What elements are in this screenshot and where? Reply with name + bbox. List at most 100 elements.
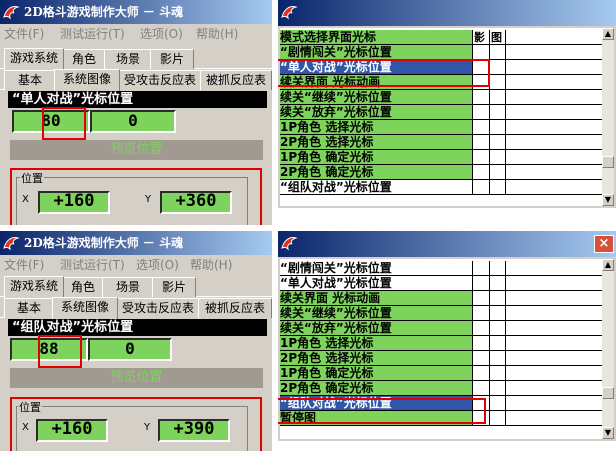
list-row[interactable]: 2P角色 确定光标 xyxy=(280,165,614,180)
tab-row-sub: 基本 系统图像 受攻击反应表 被抓反应表 xyxy=(0,69,272,91)
tab-game-system[interactable]: 游戏系统 xyxy=(4,48,64,70)
highlight-position-group xyxy=(10,168,262,225)
list-row-label: 续关“继续”光标位置 xyxy=(280,90,472,105)
vertical-scrollbar[interactable]: ▲ ▼ xyxy=(602,259,614,439)
scroll-thumb[interactable] xyxy=(602,387,614,399)
list-row-label: “剧情闯关”光标位置 xyxy=(280,261,472,276)
tab-character[interactable]: 角色 xyxy=(62,277,104,297)
tab-grab-reaction[interactable]: 被抓反应表 xyxy=(200,70,272,90)
menu-bar: 文件(F) 测试运行(T) 选项(O) 帮助(H) xyxy=(0,24,272,44)
list-row[interactable]: 1P角色 确定光标 xyxy=(280,150,614,165)
value-field-b[interactable]: 0 xyxy=(90,110,176,133)
menu-file[interactable]: 文件(F) xyxy=(4,24,44,44)
title-bar: 2D格斗游戏制作大师 － 斗魂 xyxy=(0,231,272,255)
highlight-selected-row xyxy=(278,398,486,424)
list-row[interactable]: “剧情闯关”光标位置 xyxy=(280,261,614,276)
list-window-1: 模式选择界面光标 影 图 “剧情闯关”光标位置 “单人对战”光标位置 续关界面 光标… xyxy=(278,0,616,208)
tab-basic[interactable]: 基本 xyxy=(4,70,56,90)
tab-scene[interactable]: 场景 xyxy=(104,49,152,69)
list-row[interactable]: “剧情闯关”光标位置 xyxy=(280,45,614,60)
tab-movie[interactable]: 影片 xyxy=(152,277,196,297)
list-row[interactable]: 续关“放弃”光标位置 xyxy=(280,321,614,336)
list-row[interactable]: 2P角色 选择光标 xyxy=(280,351,614,366)
window-title: 2D格斗游戏制作大师 － 斗魂 xyxy=(24,236,184,250)
tab-hit-reaction[interactable]: 受攻击反应表 xyxy=(118,70,202,90)
preview-position-button[interactable]: 预览位置 xyxy=(10,140,263,160)
cursor-list: 模式选择界面光标 影 图 “剧情闯关”光标位置 “单人对战”光标位置 续关界面 光标… xyxy=(280,28,614,206)
list-row-label: 2P角色 确定光标 xyxy=(280,165,472,180)
arrow-down-icon[interactable]: ▼ xyxy=(602,427,614,439)
close-icon[interactable]: × xyxy=(594,235,614,253)
menu-help[interactable]: 帮助(H) xyxy=(196,24,238,44)
list-row[interactable]: 2P角色 确定光标 xyxy=(280,381,614,396)
title-bar: 2D格斗游戏制作大师 － 斗魂 xyxy=(0,0,272,24)
menu-bar: 文件(F) 测试运行(T) 选项(O) 帮助(H) xyxy=(0,255,272,275)
tab-system-image[interactable]: 系统图像 xyxy=(54,69,120,91)
list-row[interactable]: “组队对战”光标位置 xyxy=(280,180,614,195)
tab-system-image[interactable]: 系统图像 xyxy=(52,297,118,319)
column-header-shadow: 影 xyxy=(474,31,485,44)
list-row-label: 1P角色 选择光标 xyxy=(280,336,472,351)
list-row[interactable]: 续关“继续”光标位置 xyxy=(280,90,614,105)
tab-basic[interactable]: 基本 xyxy=(4,298,54,318)
arrow-up-icon[interactable]: ▲ xyxy=(602,259,614,271)
window-title: 2D格斗游戏制作大师 － 斗魂 xyxy=(24,5,184,19)
item-header: “组队对战”光标位置 xyxy=(8,319,267,336)
menu-options[interactable]: 选项(O) xyxy=(136,255,179,275)
list-row[interactable]: “单人对战”光标位置 xyxy=(280,276,614,291)
column-header-mode: 模式选择界面光标 xyxy=(280,30,472,45)
main-window-1: 2D格斗游戏制作大师 － 斗魂 文件(F) 测试运行(T) 选项(O) 帮助(H… xyxy=(0,0,272,225)
tab-row-main: 游戏系统 角色 场景 影片 xyxy=(0,276,272,298)
menu-options[interactable]: 选项(O) xyxy=(140,24,183,44)
list-row[interactable]: 1P角色 选择光标 xyxy=(280,336,614,351)
list-row[interactable]: 续关界面 光标动画 xyxy=(280,291,614,306)
main-window-2: 2D格斗游戏制作大师 － 斗魂 文件(F) 测试运行(T) 选项(O) 帮助(H… xyxy=(0,231,272,451)
list-row-label: 续关“放弃”光标位置 xyxy=(280,321,472,336)
list-row[interactable]: 2P角色 选择光标 xyxy=(280,135,614,150)
menu-test-run[interactable]: 测试运行(T) xyxy=(60,24,125,44)
list-row[interactable]: 续关“放弃”光标位置 xyxy=(280,105,614,120)
tab-hit-reaction[interactable]: 受攻击反应表 xyxy=(116,298,200,318)
list-header-row: 模式选择界面光标 影 图 xyxy=(280,30,614,45)
list-row-label: 2P角色 选择光标 xyxy=(280,135,472,150)
tab-grab-reaction[interactable]: 被抓反应表 xyxy=(198,298,272,318)
tab-game-system[interactable]: 游戏系统 xyxy=(4,276,64,298)
preview-position-button[interactable]: 预览位置 xyxy=(10,368,263,388)
list-row[interactable]: 1P角色 选择光标 xyxy=(280,120,614,135)
vertical-scrollbar[interactable]: ▲ ▼ xyxy=(602,28,614,206)
list-row-label: 续关界面 光标动画 xyxy=(280,291,472,306)
list-row[interactable]: 1P角色 确定光标 xyxy=(280,366,614,381)
list-row-label: “组队对战”光标位置 xyxy=(280,180,472,195)
highlight-selected-row xyxy=(278,59,490,87)
list-row-label: 2P角色 确定光标 xyxy=(280,381,472,396)
highlight-field-a xyxy=(38,335,82,368)
list-row-label: 1P角色 确定光标 xyxy=(280,150,472,165)
list-row-label: 2P角色 选择光标 xyxy=(280,351,472,366)
list-title-bar: × xyxy=(278,231,616,257)
list-row-label: 续关“放弃”光标位置 xyxy=(280,105,472,120)
tab-scene[interactable]: 场景 xyxy=(102,277,154,297)
scroll-thumb[interactable] xyxy=(602,156,614,168)
menu-file[interactable]: 文件(F) xyxy=(4,255,44,275)
list-row-label: 1P角色 选择光标 xyxy=(280,120,472,135)
tab-character[interactable]: 角色 xyxy=(62,49,106,69)
value-field-b[interactable]: 0 xyxy=(88,338,172,361)
arrow-up-icon[interactable]: ▲ xyxy=(602,28,614,40)
menu-help[interactable]: 帮助(H) xyxy=(190,255,232,275)
dragon-icon xyxy=(3,6,20,20)
tab-row-sub: 基本 系统图像 受攻击反应表 被抓反应表 xyxy=(0,297,272,319)
menu-test-run[interactable]: 测试运行(T) xyxy=(60,255,125,275)
arrow-down-icon[interactable]: ▼ xyxy=(602,194,614,206)
list-title-bar xyxy=(278,0,616,26)
list-row[interactable]: 续关“继续”光标位置 xyxy=(280,306,614,321)
list-window-2: × “剧情闯关”光标位置 “单人对战”光标位置 续关界面 光标动画 续关“继续”光标位… xyxy=(278,231,616,441)
list-row-label: 续关“继续”光标位置 xyxy=(280,306,472,321)
list-row-label: “剧情闯关”光标位置 xyxy=(280,45,472,60)
tab-movie[interactable]: 影片 xyxy=(150,49,194,69)
dragon-icon xyxy=(281,6,298,20)
highlight-field-a xyxy=(42,107,86,140)
highlight-position-group xyxy=(10,397,262,451)
list-row-label: 1P角色 确定光标 xyxy=(280,366,472,381)
tab-row-main: 游戏系统 角色 场景 影片 xyxy=(0,48,272,70)
dragon-icon xyxy=(281,237,298,251)
